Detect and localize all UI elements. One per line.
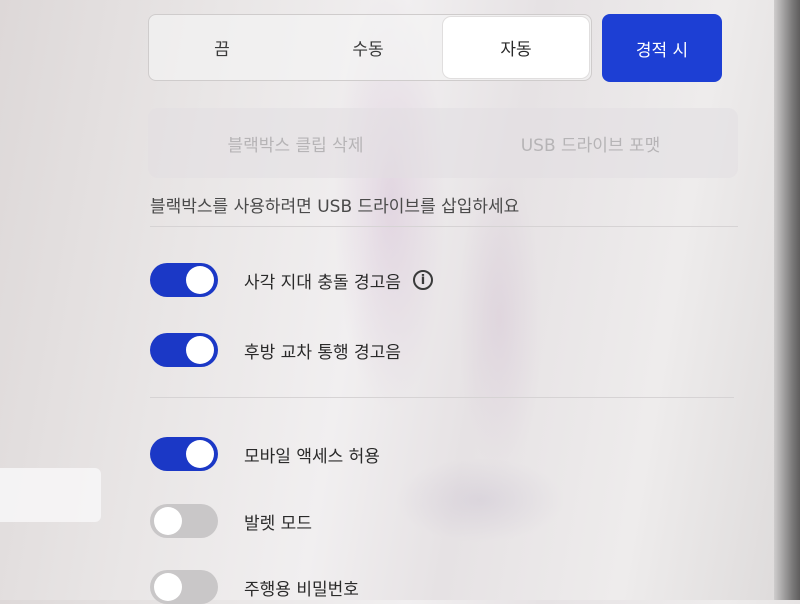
usb-notice: 블랙박스를 사용하려면 USB 드라이브를 삽입하세요: [150, 197, 520, 217]
toggle-knob: [186, 336, 214, 364]
blind-spot-toggle[interactable]: [150, 263, 218, 297]
setting-valet-mode: 발렛 모드: [150, 504, 312, 538]
setting-rear-cross-traffic-chime: 후방 교차 통행 경고음: [150, 333, 401, 367]
valet-mode-toggle[interactable]: [150, 504, 218, 538]
mobile-access-toggle[interactable]: [150, 437, 218, 471]
info-circle-icon[interactable]: i: [412, 270, 433, 290]
setting-mobile-access: 모바일 액세스 허용: [150, 437, 380, 471]
dashcam-mode-selector: 끔 수동 자동: [148, 14, 592, 81]
setting-label: 모바일 액세스 허용: [244, 446, 380, 467]
on-honk-button[interactable]: 경적 시: [602, 14, 722, 82]
dashcam-actions: 블랙박스 클립 삭제 USB 드라이브 포맷: [148, 108, 738, 178]
side-panel-card[interactable]: [0, 468, 101, 522]
toggle-knob: [186, 266, 214, 294]
delete-clips-button[interactable]: 블랙박스 클립 삭제: [148, 108, 443, 178]
rear-cross-traffic-toggle[interactable]: [150, 333, 218, 367]
setting-label: 발렛 모드: [244, 513, 312, 534]
screen-bezel: [774, 0, 800, 600]
toggle-knob: [154, 507, 182, 535]
divider: [150, 226, 738, 227]
setting-label: 주행용 비밀번호: [244, 579, 359, 600]
toggle-knob: [154, 573, 182, 601]
mode-option-manual[interactable]: 수동: [295, 15, 441, 80]
format-usb-button[interactable]: USB 드라이브 포맷: [443, 108, 738, 178]
setting-blind-spot-chime: 사각 지대 충돌 경고음 i: [150, 263, 433, 297]
mode-option-off[interactable]: 끔: [149, 15, 295, 80]
pin-to-drive-toggle[interactable]: [150, 570, 218, 604]
setting-label: 사각 지대 충돌 경고음: [244, 272, 401, 293]
background-artwork: [300, 0, 660, 600]
setting-label: 후방 교차 통행 경고음: [244, 342, 401, 363]
divider: [150, 397, 734, 398]
toggle-knob: [186, 440, 214, 468]
mode-option-auto[interactable]: 자동: [443, 17, 589, 78]
setting-pin-to-drive: 주행용 비밀번호: [150, 570, 359, 604]
